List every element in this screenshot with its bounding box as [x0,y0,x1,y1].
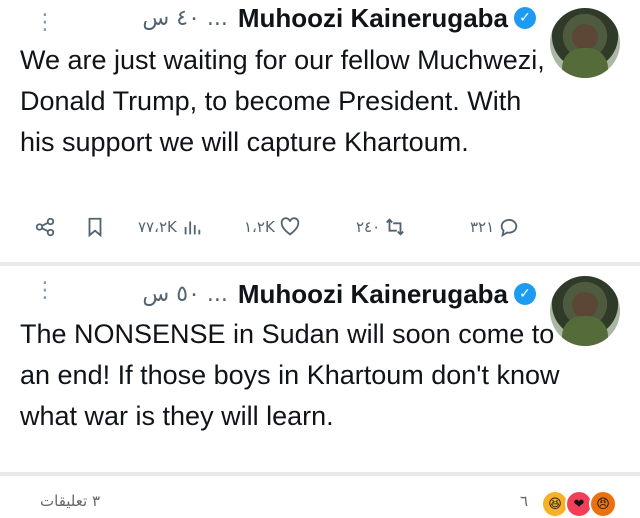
tweet-header: ٥٠ س ... Muhoozi Kainerugaba ✓ [142,278,536,310]
views-icon [184,221,201,235]
tweet-header: ٤٠ س ... Muhoozi Kainerugaba ✓ [142,2,536,34]
author-name[interactable]: Muhoozi Kainerugaba [238,279,508,310]
like-icon [280,217,300,236]
tweet-card[interactable]: ⋮ ٤٠ س ... Muhoozi Kainerugaba ✓ We are … [0,0,640,262]
reactions-count[interactable]: ٦ [520,492,528,510]
verified-badge-icon: ✓ [514,7,536,29]
bookmark-icon [88,217,102,238]
post-footer: ٣ تعليقات ٦ 😆 ❤ 😠 [0,490,640,518]
share-icon [35,217,55,237]
angry-reaction-icon: 😠 [589,490,617,518]
tweet-divider [0,472,640,476]
views-count: ٧٧،٢K [138,218,177,236]
avatar[interactable] [550,276,620,346]
tweet-text: We are just waiting for our fellow Muchw… [20,45,545,157]
tweet-time: ٥٠ س ... [142,281,228,307]
more-options-icon[interactable]: ⋮ [34,10,56,35]
verified-badge-icon: ✓ [514,283,536,305]
bookmark-button[interactable] [84,216,106,238]
share-button[interactable] [34,216,56,238]
author-name[interactable]: Muhoozi Kainerugaba [238,3,508,34]
reply-button[interactable]: ٣٢١ [470,216,520,238]
reply-icon [500,218,518,238]
tweet-text: The NONSENSE in Sudan will soon come to … [20,319,560,431]
tweet-card[interactable]: ⋮ ٥٠ س ... Muhoozi Kainerugaba ✓ The NON… [0,266,640,472]
more-options-icon[interactable]: ⋮ [34,278,56,303]
reactions[interactable]: 😆 ❤ 😠 [541,490,617,518]
comments-count[interactable]: ٣ تعليقات [40,492,100,510]
retweets-count: ٢٤٠ [356,218,381,236]
tweet-time: ٤٠ س ... [142,5,228,31]
like-button[interactable]: ١،٢K [244,216,301,238]
avatar[interactable] [550,8,620,78]
retweet-icon [386,218,405,236]
retweet-button[interactable]: ٢٤٠ [356,216,406,238]
likes-count: ١،٢K [244,218,275,236]
replies-count: ٣٢١ [470,218,495,236]
views-button[interactable]: ٧٧،٢K [138,216,203,238]
tweet-actions: ٧٧،٢K ١،٢K ٢٤٠ ٣٢١ [0,216,640,246]
